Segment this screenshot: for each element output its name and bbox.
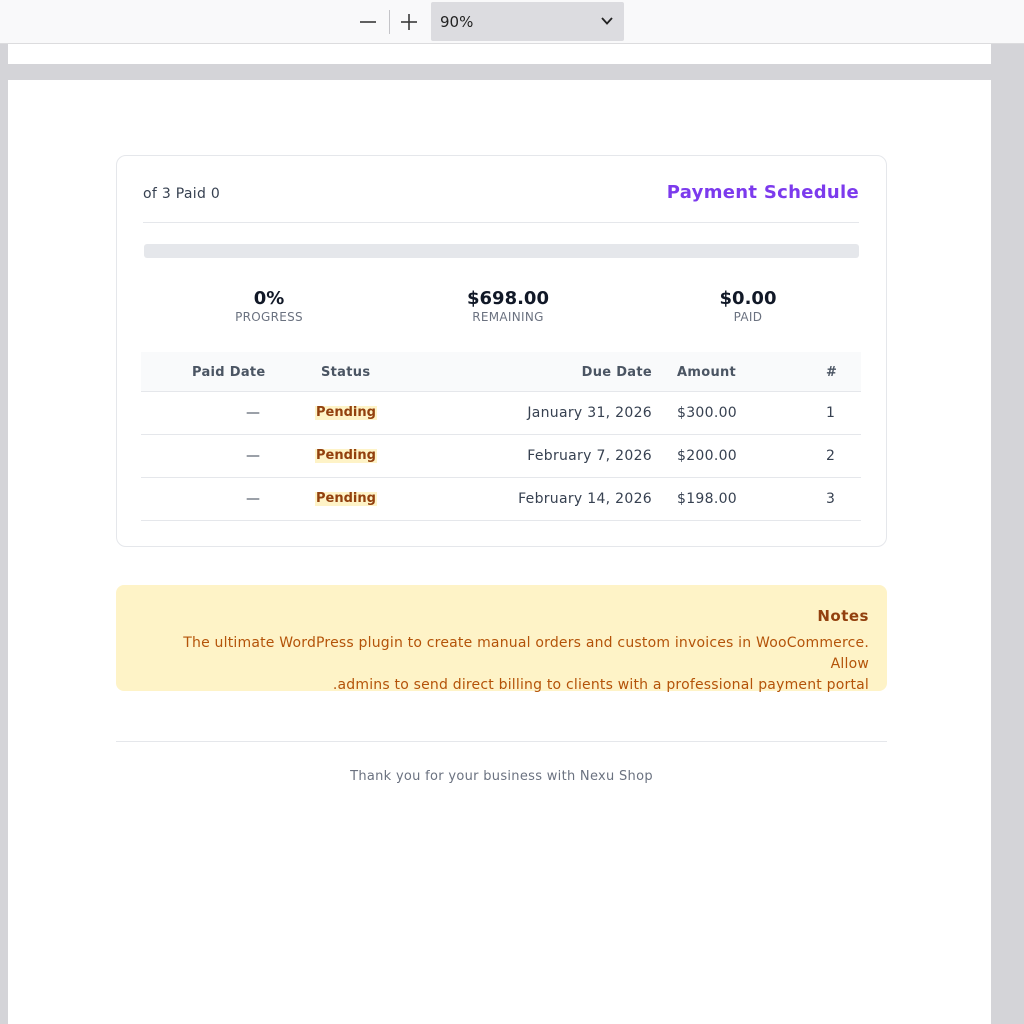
stat-label: PROGRESS [235, 310, 303, 324]
due-date-cell: February 14, 2026 [518, 491, 652, 507]
col-number: # [826, 365, 838, 380]
stat-value: 0% [253, 288, 285, 309]
number-cell: 1 [826, 405, 836, 421]
zoom-out-button[interactable] [354, 8, 382, 36]
status-badge: Pending [315, 491, 377, 506]
stat-paid: $0.00 PAID [648, 288, 848, 324]
footer-text: Thank you for your business with Nexu Sh… [350, 769, 653, 784]
zoom-value: 90% [440, 12, 474, 31]
stat-value: $698.00 [467, 288, 549, 309]
stat-value: $0.00 [719, 288, 777, 309]
notes-text: The ultimate WordPress plugin to create … [149, 633, 869, 696]
notes-box: Notes The ultimate WordPress plugin to c… [116, 585, 887, 693]
zoom-select[interactable]: 90% [431, 2, 624, 41]
stat-label: REMAINING [472, 310, 544, 324]
number-cell: 3 [826, 491, 836, 507]
pdf-toolbar: 90% [0, 0, 1024, 44]
col-amount: Amount [677, 365, 737, 380]
col-paid-date: Paid Date [192, 365, 266, 380]
paid-date-cell: — [246, 448, 261, 464]
minus-icon [360, 21, 376, 23]
progress-bar [144, 244, 859, 258]
payment-schedule-card: of 3 Paid 0 Payment Schedule 0% PROGRESS… [116, 155, 887, 547]
notes-line: The ultimate WordPress plugin to create … [183, 635, 869, 672]
card-header: of 3 Paid 0 Payment Schedule [143, 156, 859, 223]
table-row: — Pending February 14, 2026 $198.00 3 [141, 478, 861, 521]
status-badge: Pending [315, 405, 377, 420]
table-row: — Pending February 7, 2026 $200.00 2 [141, 435, 861, 478]
col-status: Status [321, 365, 371, 380]
due-date-cell: January 31, 2026 [527, 405, 652, 421]
table-row: — Pending January 31, 2026 $300.00 1 [141, 392, 861, 435]
notes-title: Notes [817, 607, 869, 625]
card-title: Payment Schedule [666, 182, 859, 203]
document-page: of 3 Paid 0 Payment Schedule 0% PROGRESS… [8, 80, 991, 1024]
scrollbar-track[interactable] [991, 44, 1024, 1024]
col-due-date: Due Date [581, 365, 652, 380]
stat-progress: 0% PROGRESS [169, 288, 369, 324]
toolbar-separator [389, 10, 390, 34]
paid-date-cell: — [246, 491, 261, 507]
paid-count: of 3 Paid 0 [143, 186, 221, 202]
schedule-table: Paid Date Status Due Date Amount # — Pen… [141, 352, 861, 521]
footer-divider [116, 741, 887, 742]
zoom-in-button[interactable] [395, 8, 423, 36]
stat-label: PAID [733, 310, 763, 324]
stat-remaining: $698.00 REMAINING [408, 288, 608, 324]
amount-cell: $198.00 [677, 491, 737, 507]
number-cell: 2 [826, 448, 836, 464]
chevron-down-icon [601, 17, 613, 25]
status-badge: Pending [315, 448, 377, 463]
plus-icon [401, 14, 417, 30]
notes-line: .admins to send direct billing to client… [332, 677, 869, 693]
amount-cell: $200.00 [677, 448, 737, 464]
paid-date-cell: — [246, 405, 261, 421]
previous-page [8, 44, 991, 64]
due-date-cell: February 7, 2026 [527, 448, 652, 464]
table-header: Paid Date Status Due Date Amount # [141, 352, 861, 392]
amount-cell: $300.00 [677, 405, 737, 421]
